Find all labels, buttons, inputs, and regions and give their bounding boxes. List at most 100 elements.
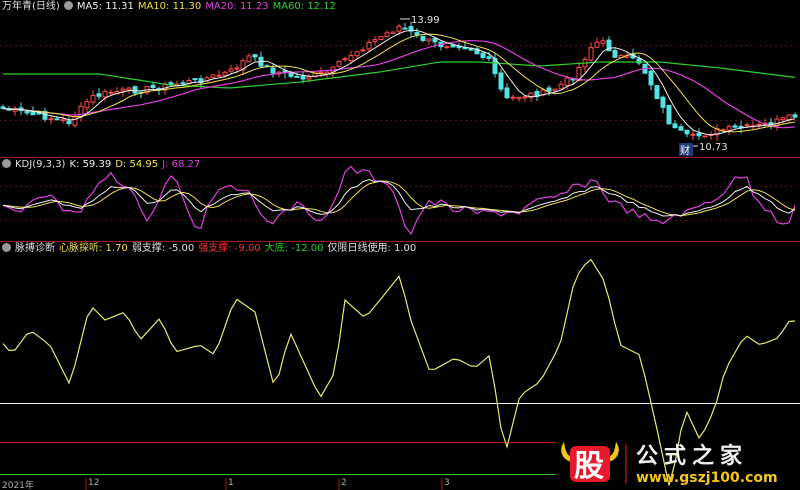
candle-down	[732, 125, 738, 128]
ma-value-0: MA5: 11.31	[76, 1, 134, 12]
candle-up	[102, 90, 108, 98]
candle-down	[672, 123, 678, 129]
candle-down	[498, 72, 504, 90]
candle-up	[354, 51, 360, 57]
candle-up	[426, 38, 432, 42]
low-price-label: 10.73	[699, 142, 728, 153]
main-panel-legend: 万年青(日线) MA5: 11.31 MA10: 11.30 MA20: 11.23 M…	[2, 1, 344, 13]
high-price-label: 13.99	[411, 15, 440, 26]
candle-up	[372, 39, 378, 42]
kdj-title[interactable]: KDJ(9,3,3)	[15, 159, 65, 170]
candle-up	[744, 124, 750, 127]
date-label-feb: 2	[341, 478, 347, 488]
candle-down	[96, 93, 102, 97]
ma10-line	[2, 33, 796, 133]
pulse-value-1: 弱支撑: -5.00	[131, 243, 195, 254]
candle-down	[480, 52, 486, 58]
candle-up	[378, 36, 384, 41]
candle-up	[588, 47, 594, 61]
kdj-value-1: D: 54.95	[115, 159, 159, 170]
candle-up	[324, 71, 330, 75]
candle-up	[348, 55, 354, 62]
candle-down	[420, 35, 426, 41]
stock-title[interactable]: 万年青(日线)	[2, 1, 60, 12]
candle-down	[150, 84, 156, 89]
candle-up	[228, 68, 234, 72]
candle-up	[702, 135, 708, 138]
candle-up	[306, 76, 312, 80]
date-label-jan: 1	[228, 478, 234, 488]
pulse-value-0: 心脉探听: 1.70	[59, 243, 128, 254]
candle-up	[600, 40, 606, 44]
candle-up	[210, 74, 216, 78]
candle-up	[72, 116, 78, 126]
candle-up	[108, 91, 114, 94]
candle-up	[390, 31, 396, 34]
settings-dot-icon[interactable]	[2, 243, 11, 252]
candle-up	[234, 67, 240, 70]
date-label-dec: 12	[88, 478, 100, 488]
candlestick-series	[0, 21, 798, 141]
kdj-value-0: K: 59.39	[69, 159, 112, 170]
candle-up	[786, 114, 792, 121]
candle-up	[318, 71, 324, 74]
candle-up	[90, 95, 96, 103]
candle-up	[222, 71, 228, 76]
finance-badge-label[interactable]: 财	[680, 144, 690, 157]
candle-up	[552, 88, 558, 92]
pulse-value-4: 仅限日线使用: 1.00	[327, 243, 417, 254]
candle-up	[564, 77, 570, 86]
date-label-year: 2021年	[2, 481, 34, 490]
candle-down	[402, 27, 408, 30]
candle-up	[48, 118, 54, 121]
candle-down	[414, 32, 420, 36]
candle-down	[192, 78, 198, 81]
ma-value-2: MA20: 11.23	[205, 1, 269, 12]
kdj-panel-legend: KDJ(9,3,3) K: 59.39 D: 54.95 J: 68.27	[2, 159, 208, 171]
candle-down	[684, 129, 690, 135]
candle-up	[558, 83, 564, 90]
candle-down	[168, 82, 174, 85]
logo-name: 公式之家	[636, 443, 748, 469]
candle-down	[696, 133, 702, 137]
pulse-title[interactable]: 脉搏诊断	[15, 243, 55, 254]
candle-up	[360, 49, 366, 52]
candle-down	[678, 126, 684, 131]
candle-up	[336, 61, 342, 67]
ma60-line	[3, 61, 796, 89]
candle-up	[126, 87, 132, 91]
pulse-value-3: 大底: -12.00	[264, 243, 324, 254]
candle-up	[726, 125, 732, 131]
candle-down	[504, 87, 510, 99]
stock-chart-window: 13.99 10.73 财 万年青(日线) MA5: 11.31 MA10: 11.…	[0, 0, 800, 490]
settings-dot-icon[interactable]	[63, 1, 73, 10]
kdj-value-2: J: 68.27	[162, 159, 201, 170]
candle-up	[510, 96, 516, 99]
logo-badge-text: 股	[574, 449, 604, 484]
candle-up	[594, 41, 600, 48]
candle-down	[432, 37, 438, 43]
candle-down	[654, 85, 660, 99]
candle-down	[180, 82, 186, 85]
settings-dot-icon[interactable]	[2, 159, 11, 168]
candle-down	[54, 118, 60, 121]
candle-up	[522, 96, 528, 99]
candle-up	[342, 58, 348, 61]
candle-down	[270, 67, 276, 74]
candle-down	[648, 70, 654, 86]
candle-down	[66, 120, 72, 125]
candle-up	[60, 118, 66, 122]
gszj-watermark-logo: 股 公式之家 www.gszj100.com	[561, 442, 778, 486]
candle-up	[216, 74, 222, 77]
candle-down	[294, 75, 300, 78]
candle-up	[780, 117, 786, 121]
candle-down	[132, 86, 138, 94]
candle-up	[384, 32, 390, 38]
candle-down	[792, 114, 798, 118]
candle-up	[78, 105, 84, 118]
pulse-value-2: 强支撑: -9.00	[198, 243, 261, 254]
candle-down	[660, 96, 666, 108]
logo-url: www.gszj100.com	[636, 470, 778, 486]
candle-down	[450, 44, 456, 48]
candle-up	[120, 88, 126, 92]
